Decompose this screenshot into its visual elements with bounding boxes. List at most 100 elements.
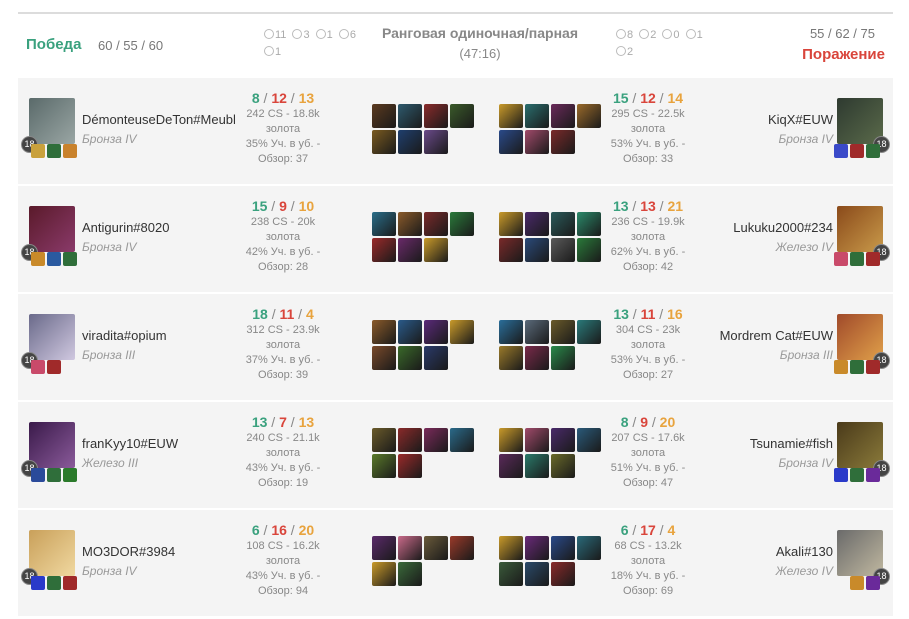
item-icon[interactable] xyxy=(499,212,523,236)
item-icon[interactable] xyxy=(372,320,396,344)
item-icon[interactable] xyxy=(450,104,474,128)
player-name[interactable]: Antigurin#8020 xyxy=(82,220,169,235)
rune-icon[interactable] xyxy=(31,468,45,482)
item-icon[interactable] xyxy=(525,454,549,478)
item-icon[interactable] xyxy=(525,562,549,586)
player-name[interactable]: DémonteuseDeTon#Meubl xyxy=(82,112,236,127)
player-name[interactable]: KiqX#EUW xyxy=(768,112,833,127)
player-name[interactable]: franKyy10#EUW xyxy=(82,436,178,451)
champion-portrait[interactable] xyxy=(29,206,75,252)
item-icon[interactable] xyxy=(525,212,549,236)
item-icon[interactable] xyxy=(551,346,575,370)
rune-icon[interactable] xyxy=(866,144,880,158)
item-icon[interactable] xyxy=(525,320,549,344)
item-icon[interactable] xyxy=(398,320,422,344)
item-icon[interactable] xyxy=(398,104,422,128)
item-icon[interactable] xyxy=(499,454,523,478)
rune-icon[interactable] xyxy=(834,468,848,482)
item-icon[interactable] xyxy=(372,562,396,586)
item-icon[interactable] xyxy=(551,238,575,262)
rune-icon[interactable] xyxy=(47,360,61,374)
item-icon[interactable] xyxy=(551,536,575,560)
champion-portrait[interactable] xyxy=(29,314,75,360)
item-icon[interactable] xyxy=(551,104,575,128)
item-icon[interactable] xyxy=(372,212,396,236)
item-icon[interactable] xyxy=(551,320,575,344)
player-name[interactable]: MO3DOR#3984 xyxy=(82,544,175,559)
rune-icon[interactable] xyxy=(47,144,61,158)
item-icon[interactable] xyxy=(398,428,422,452)
item-icon[interactable] xyxy=(525,238,549,262)
rune-icon[interactable] xyxy=(850,252,864,266)
item-icon[interactable] xyxy=(398,212,422,236)
item-icon[interactable] xyxy=(577,212,601,236)
item-icon[interactable] xyxy=(398,562,422,586)
item-icon[interactable] xyxy=(424,130,448,154)
item-icon[interactable] xyxy=(372,428,396,452)
rune-icon[interactable] xyxy=(850,576,864,590)
rune-icon[interactable] xyxy=(47,468,61,482)
item-icon[interactable] xyxy=(499,428,523,452)
rune-icon[interactable] xyxy=(850,144,864,158)
champion-portrait[interactable] xyxy=(29,98,75,144)
item-icon[interactable] xyxy=(525,104,549,128)
rune-icon[interactable] xyxy=(47,576,61,590)
item-icon[interactable] xyxy=(372,346,396,370)
item-icon[interactable] xyxy=(577,238,601,262)
item-icon[interactable] xyxy=(450,320,474,344)
item-icon[interactable] xyxy=(450,212,474,236)
rune-icon[interactable] xyxy=(834,252,848,266)
item-icon[interactable] xyxy=(499,346,523,370)
item-icon[interactable] xyxy=(372,454,396,478)
rune-icon[interactable] xyxy=(866,468,880,482)
item-icon[interactable] xyxy=(424,212,448,236)
item-icon[interactable] xyxy=(450,536,474,560)
player-name[interactable]: viradita#opium xyxy=(82,328,167,343)
item-icon[interactable] xyxy=(499,238,523,262)
item-icon[interactable] xyxy=(450,428,474,452)
item-icon[interactable] xyxy=(424,428,448,452)
champion-portrait[interactable] xyxy=(29,530,75,576)
rune-icon[interactable] xyxy=(31,576,45,590)
item-icon[interactable] xyxy=(551,130,575,154)
rune-icon[interactable] xyxy=(63,144,77,158)
rune-icon[interactable] xyxy=(866,576,880,590)
player-name[interactable]: Akali#130 xyxy=(776,544,833,559)
item-icon[interactable] xyxy=(424,238,448,262)
item-icon[interactable] xyxy=(577,428,601,452)
item-icon[interactable] xyxy=(424,346,448,370)
item-icon[interactable] xyxy=(398,238,422,262)
rune-icon[interactable] xyxy=(834,360,848,374)
item-icon[interactable] xyxy=(424,320,448,344)
item-icon[interactable] xyxy=(372,104,396,128)
item-icon[interactable] xyxy=(551,428,575,452)
item-icon[interactable] xyxy=(499,130,523,154)
player-name[interactable]: Mordrem Cat#EUW xyxy=(720,328,833,343)
rune-icon[interactable] xyxy=(47,252,61,266)
item-icon[interactable] xyxy=(398,536,422,560)
item-icon[interactable] xyxy=(424,536,448,560)
item-icon[interactable] xyxy=(499,320,523,344)
rune-icon[interactable] xyxy=(866,360,880,374)
player-name[interactable]: Tsunamie#fish xyxy=(750,436,833,451)
item-icon[interactable] xyxy=(398,346,422,370)
champion-portrait[interactable] xyxy=(29,422,75,468)
rune-icon[interactable] xyxy=(850,468,864,482)
player-name[interactable]: Lukuku2000#234 xyxy=(733,220,833,235)
item-icon[interactable] xyxy=(398,130,422,154)
item-icon[interactable] xyxy=(551,454,575,478)
rune-icon[interactable] xyxy=(31,360,45,374)
item-icon[interactable] xyxy=(525,536,549,560)
rune-icon[interactable] xyxy=(31,252,45,266)
item-icon[interactable] xyxy=(551,562,575,586)
item-icon[interactable] xyxy=(372,130,396,154)
item-icon[interactable] xyxy=(372,238,396,262)
rune-icon[interactable] xyxy=(63,468,77,482)
item-icon[interactable] xyxy=(499,562,523,586)
rune-icon[interactable] xyxy=(31,144,45,158)
item-icon[interactable] xyxy=(499,104,523,128)
item-icon[interactable] xyxy=(577,320,601,344)
item-icon[interactable] xyxy=(525,428,549,452)
item-icon[interactable] xyxy=(424,104,448,128)
item-icon[interactable] xyxy=(525,346,549,370)
